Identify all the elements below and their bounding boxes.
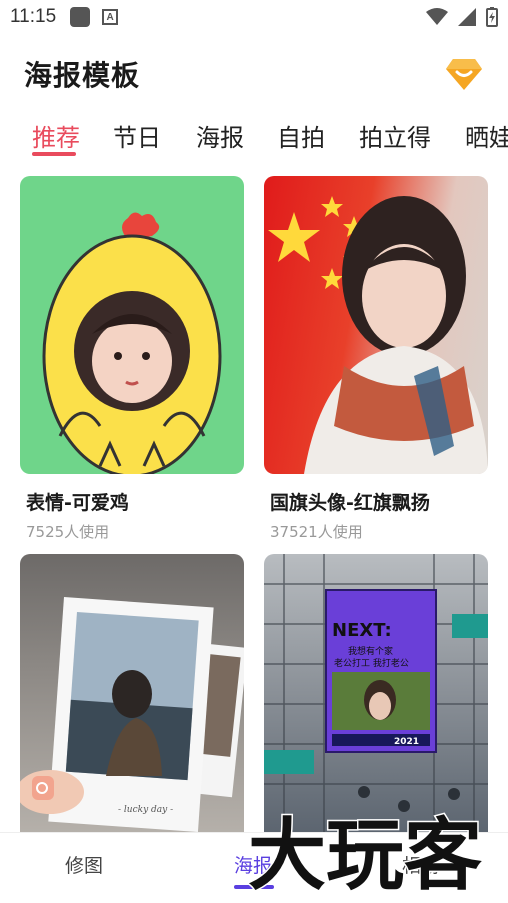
template-title: 国旗头像-红旗飘扬 [270,492,430,514]
signal-icon [458,8,476,26]
status-time: 11:15 [10,6,57,27]
poster-year: 2021 [394,737,419,747]
watermark-text: 大玩客 [248,811,482,901]
tab-poster[interactable]: 海报 [196,118,244,153]
header: 海报模板 [0,48,508,100]
vip-button[interactable] [444,54,484,94]
template-title: 表情-可爱鸡 [26,492,129,514]
battery-icon [486,7,498,27]
tab-active-indicator [32,152,76,156]
template-usage-count: 7525人使用 [26,523,110,541]
template-thumbnail[interactable] [20,176,244,474]
category-tabs: 推荐 节日 海报 自拍 拍立得 晒娃 [0,110,508,160]
tab-selfie[interactable]: 自拍 [277,118,325,153]
poster-headline: NEXT: [332,620,392,641]
template-card-flag[interactable]: 国旗头像-红旗飘扬 37521人使用 [264,176,488,542]
flag-portrait-illustration [268,196,488,474]
template-thumbnail[interactable]: NEXT: 我想有个家 老公打工 我打老公 2021 [264,554,488,832]
template-thumbnail[interactable]: - lucky day - [20,554,244,832]
app-notification-icon: A [102,9,119,25]
vip-diamond-icon [446,59,482,90]
poster-line-2: 老公打工 我打老公 [334,657,409,669]
status-bar: 11:15 A [0,0,508,34]
chick-illustration [42,212,222,474]
concert-poster-illustration: NEXT: 我想有个家 老公打工 我打老公 2021 [264,554,488,832]
template-card-polaroid[interactable]: - lucky day - [20,554,244,832]
template-thumbnail[interactable] [264,176,488,474]
nav-edit[interactable]: 修图 [65,851,103,878]
notification-icon [70,7,91,27]
polaroid-caption: - lucky day - [118,805,173,815]
wifi-icon [426,8,448,25]
template-card-chick[interactable]: 表情-可爱鸡 7525人使用 [20,176,244,542]
site-watermark: 大玩客 [247,810,484,903]
template-card-concert-poster[interactable]: NEXT: 我想有个家 老公打工 我打老公 2021 [264,554,488,832]
tab-recommend[interactable]: 推荐 [32,118,80,153]
tab-festival[interactable]: 节日 [113,118,161,153]
page-title: 海报模板 [24,59,141,92]
template-usage-count: 37521人使用 [270,523,363,541]
polaroid-illustration: - lucky day - [20,597,244,832]
tab-baby[interactable]: 晒娃 [465,118,508,153]
tab-instant-photo[interactable]: 拍立得 [359,118,431,153]
poster-line-1: 我想有个家 [348,645,393,657]
